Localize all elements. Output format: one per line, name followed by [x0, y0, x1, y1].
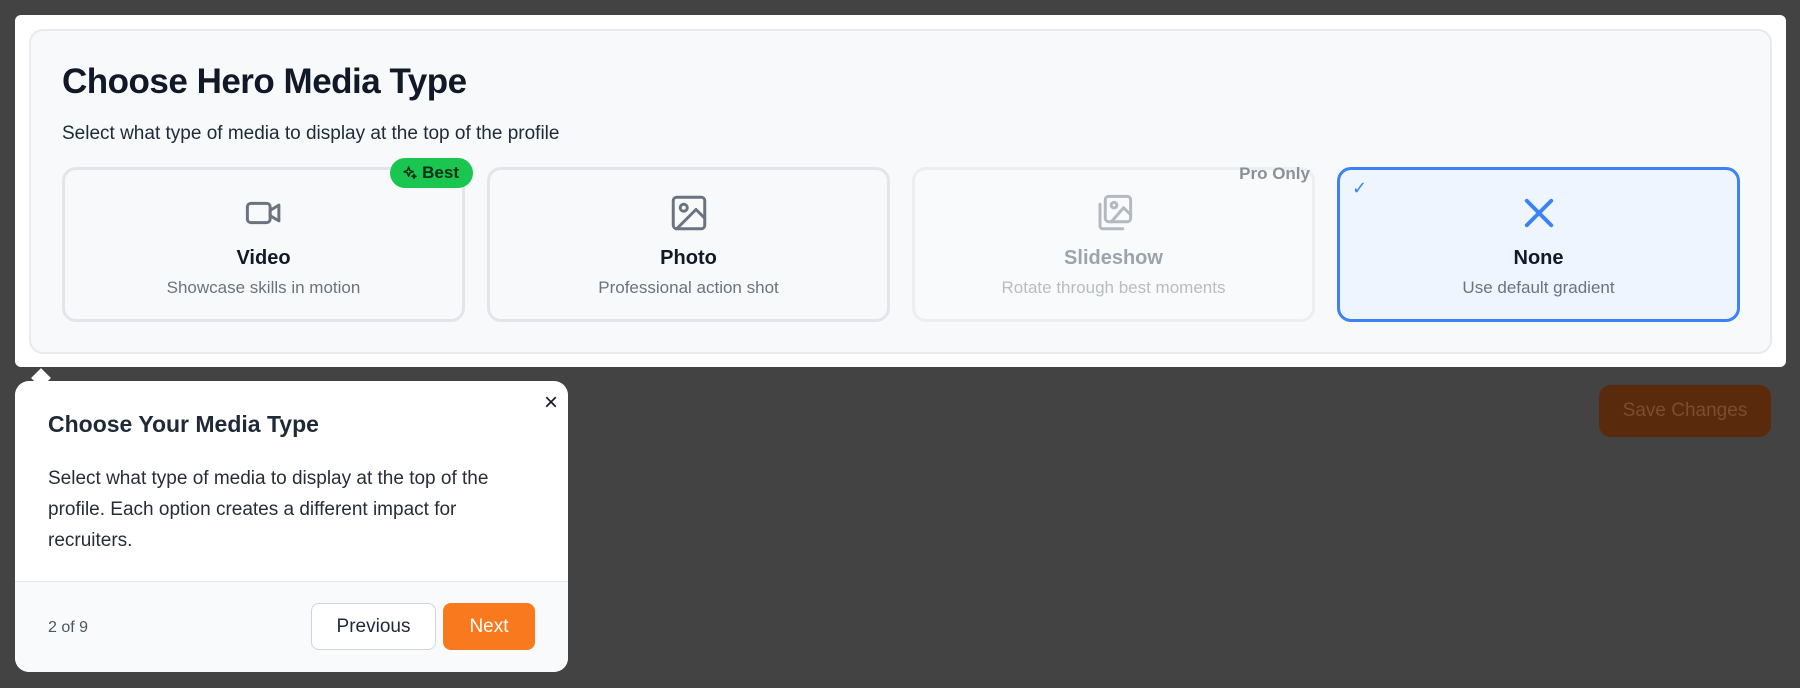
- media-option-photo[interactable]: Photo Professional action shot: [487, 167, 890, 322]
- hero-media-section: Choose Hero Media Type Select what type …: [29, 29, 1772, 354]
- best-badge: Best: [390, 158, 473, 188]
- option-title: Slideshow: [1064, 247, 1163, 269]
- option-title: Photo: [660, 247, 717, 269]
- tour-description: Select what type of media to display at …: [48, 468, 489, 551]
- tour-step-counter: 2 of 9: [48, 619, 89, 636]
- option-title: None: [1513, 247, 1564, 269]
- tour-popover: × Choose Your Media Type Select what typ…: [15, 381, 568, 672]
- media-option-slideshow[interactable]: Pro Only Slideshow Rotate through best m…: [912, 164, 1315, 322]
- option-description: Professional action shot: [598, 278, 779, 297]
- save-changes-button[interactable]: Save Changes: [1599, 385, 1771, 437]
- video-camera-icon: [65, 192, 462, 236]
- option-description: Use default gradient: [1462, 278, 1615, 297]
- tour-footer: 2 of 9 Previous Next: [15, 581, 568, 672]
- option-description: Showcase skills in motion: [166, 278, 361, 297]
- close-x-icon: [1340, 192, 1737, 236]
- sparkle-icon: [403, 166, 417, 180]
- hero-media-panel: Choose Hero Media Type Select what type …: [15, 15, 1786, 367]
- next-button[interactable]: Next: [443, 603, 535, 650]
- option-title: Video: [236, 247, 291, 269]
- media-option-none[interactable]: ✓ None Use default gradient: [1337, 167, 1740, 322]
- pro-only-badge: Pro Only: [1239, 164, 1310, 183]
- image-icon: [490, 192, 887, 236]
- media-option-video[interactable]: Best Video Showcase skills in motion: [62, 158, 473, 322]
- tour-title: Choose Your Media Type: [48, 411, 319, 437]
- best-badge-label: Best: [422, 163, 459, 182]
- page-subtitle: Select what type of media to display at …: [62, 123, 560, 144]
- images-icon: [915, 192, 1312, 236]
- previous-button[interactable]: Previous: [311, 603, 436, 650]
- close-icon[interactable]: ×: [544, 389, 558, 417]
- option-description: Rotate through best moments: [1001, 278, 1226, 297]
- page-title: Choose Hero Media Type: [62, 62, 467, 101]
